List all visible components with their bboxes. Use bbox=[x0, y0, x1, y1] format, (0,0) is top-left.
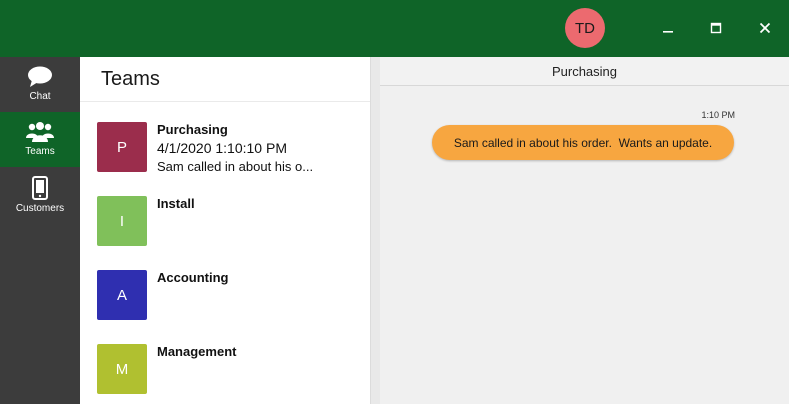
team-name: Install bbox=[157, 196, 195, 211]
maximize-icon bbox=[710, 22, 722, 34]
panel-divider[interactable] bbox=[370, 57, 380, 404]
team-last-date: 4/1/2020 1:10:10 PM bbox=[157, 140, 287, 156]
nav-item-label: Customers bbox=[15, 203, 65, 214]
team-initial: P bbox=[116, 138, 127, 156]
message-bubble[interactable]: Sam called in about his order. Wants an … bbox=[432, 125, 734, 160]
team-initial: I bbox=[119, 212, 125, 230]
chat-header: Purchasing bbox=[380, 57, 789, 86]
team-name: Management bbox=[157, 344, 237, 359]
chat-panel: Purchasing 1:10 PM Sam called in about h… bbox=[380, 57, 789, 404]
team-initial: M bbox=[115, 360, 129, 378]
user-avatar[interactable]: TD bbox=[565, 8, 605, 48]
title-bar: TD bbox=[0, 0, 789, 57]
nav-item-teams[interactable]: Teams bbox=[0, 112, 80, 167]
close-icon bbox=[759, 22, 771, 34]
maximize-button[interactable] bbox=[694, 8, 738, 48]
nav-item-label: Teams bbox=[25, 146, 55, 157]
message-timestamp: 1:10 PM bbox=[701, 110, 735, 120]
team-name: Accounting bbox=[157, 270, 229, 285]
team-avatar: M bbox=[97, 344, 147, 394]
chat-bubble-icon bbox=[28, 66, 52, 87]
team-avatar: P bbox=[97, 122, 147, 172]
team-last-message: Sam called in about his o... bbox=[157, 159, 314, 174]
team-item-management[interactable]: M Management bbox=[97, 344, 367, 396]
teams-header: Teams bbox=[80, 57, 370, 102]
minimize-button[interactable] bbox=[646, 8, 690, 48]
team-name: Purchasing bbox=[157, 122, 228, 137]
team-avatar: I bbox=[97, 196, 147, 246]
people-icon bbox=[26, 122, 54, 142]
team-avatar: A bbox=[97, 270, 147, 320]
nav-item-chat[interactable]: Chat bbox=[0, 57, 80, 112]
nav-item-customers[interactable]: Customers bbox=[0, 167, 80, 222]
team-item-accounting[interactable]: A Accounting bbox=[97, 270, 367, 322]
minimize-icon bbox=[663, 31, 673, 33]
conversation-title: Purchasing bbox=[551, 63, 618, 79]
avatar-initials: TD bbox=[575, 19, 595, 37]
nav-item-label: Chat bbox=[29, 91, 51, 102]
mobile-phone-icon bbox=[32, 176, 48, 200]
team-item-install[interactable]: I Install bbox=[97, 196, 367, 248]
left-nav: Chat Teams Customers bbox=[0, 57, 80, 404]
close-button[interactable] bbox=[743, 8, 787, 48]
message-text: Sam called in about his order. Wants an … bbox=[453, 135, 713, 150]
teams-panel: Teams P Purchasing 4/1/2020 1:10:10 PM S… bbox=[80, 57, 370, 404]
page-title: Teams bbox=[101, 67, 160, 90]
team-item-purchasing[interactable]: P Purchasing 4/1/2020 1:10:10 PM Sam cal… bbox=[97, 122, 367, 174]
team-initial: A bbox=[116, 286, 127, 304]
